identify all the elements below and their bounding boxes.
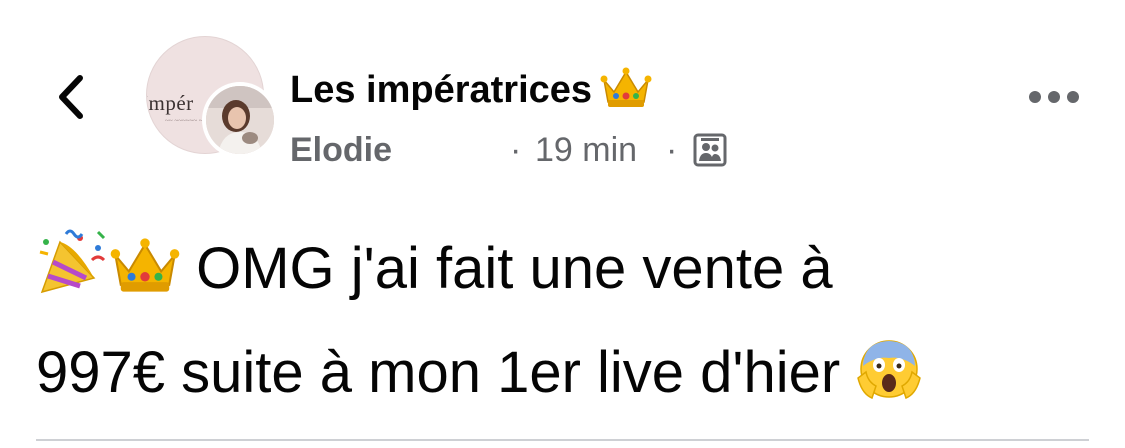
meta-separator: · (666, 131, 678, 169)
post-text-line-1-text: OMG j'ai fait une vente à (196, 236, 833, 301)
face-screaming-in-fear-icon (856, 336, 922, 430)
author-avatar[interactable] (202, 82, 278, 158)
meta-separator: · (510, 131, 522, 169)
crown-icon (600, 66, 652, 122)
chevron-left-icon (59, 75, 83, 119)
group-name-text: Les impératrices (290, 69, 593, 111)
post-text-line-2: 997€ suite à mon 1er live d'hier (36, 326, 1096, 430)
post-timestamp[interactable]: 19 min (535, 128, 637, 172)
back-button[interactable] (50, 72, 94, 122)
more-options-button[interactable] (1026, 84, 1082, 110)
group-name[interactable]: Les impératrices (290, 66, 652, 122)
post-text-line-1: OMG j'ai fait une vente à (36, 222, 1096, 326)
group-members-icon (692, 132, 728, 168)
author-photo (206, 86, 274, 154)
post-divider (36, 439, 1089, 441)
post-text-line-2-text: 997€ suite à mon 1er live d'hier (36, 340, 841, 405)
ellipsis-icon (1029, 91, 1079, 103)
party-popper-icon (36, 228, 110, 326)
group-logo-text: Impér (146, 91, 194, 115)
author-name[interactable]: Elodie (290, 128, 392, 172)
post-text: OMG j'ai fait une vente à 997€ suite à m… (36, 222, 1096, 430)
crown-icon (110, 232, 180, 326)
